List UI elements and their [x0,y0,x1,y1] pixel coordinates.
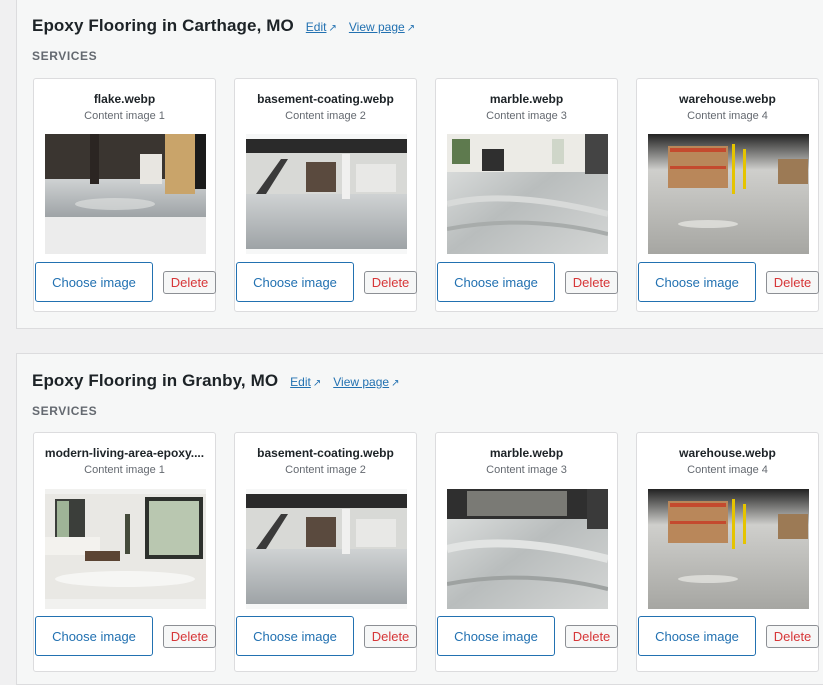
image-filename: basement-coating.webp [257,446,394,460]
image-card: warehouse.webp Content image 4 Choose im… [636,78,819,312]
external-link-icon: ↗ [312,378,322,389]
delete-image-button[interactable]: Delete [766,625,819,648]
choose-image-button[interactable]: Choose image [35,262,153,302]
image-filename: basement-coating.webp [257,92,394,106]
image-slot-label: Content image 3 [486,110,567,122]
choose-image-button[interactable]: Choose image [437,262,555,302]
delete-image-button[interactable]: Delete [565,625,618,648]
choose-image-button[interactable]: Choose image [638,616,756,656]
image-card: marble.webp Content image 3 Choose image… [435,78,618,312]
image-thumbnail [246,134,407,254]
edit-link[interactable]: Edit ↗ [290,375,321,389]
image-thumbnail [447,489,608,609]
view-page-link-label: View page [333,375,390,389]
image-card: marble.webp Content image 3 Choose image… [435,432,618,672]
image-thumbnail [648,489,809,609]
image-filename: marble.webp [489,446,564,460]
image-thumbnail [246,489,407,609]
image-filename: modern-living-area-epoxy.... [44,446,205,460]
external-link-icon: ↗ [328,23,337,34]
choose-image-button[interactable]: Choose image [35,616,153,656]
view-page-link[interactable]: View page ↗ [333,375,399,389]
section-header: Epoxy Flooring in Carthage, MO Edit ↗ Vie… [32,16,415,36]
image-card: warehouse.webp Content image 4 Choose im… [636,432,819,672]
choose-image-button[interactable]: Choose image [638,262,756,302]
choose-image-button[interactable]: Choose image [236,262,354,302]
image-card: basement-coating.webp Content image 2 Ch… [234,78,417,312]
image-slot-label: Content image 4 [687,464,768,476]
image-slot-label: Content image 4 [687,110,768,122]
external-link-icon: ↗ [391,378,400,389]
delete-image-button[interactable]: Delete [163,271,216,294]
image-thumbnail [45,489,206,609]
delete-image-button[interactable]: Delete [766,271,819,294]
services-group-label: SERVICES [32,49,98,63]
image-slot-label: Content image 3 [486,464,567,476]
image-thumbnail [447,134,608,254]
edit-link-label: Edit [305,20,327,34]
edit-link[interactable]: Edit ↗ [306,20,337,34]
image-slot-label: Content image 1 [84,110,165,122]
image-filename: flake.webp [93,92,156,106]
image-filename: warehouse.webp [679,446,776,460]
delete-image-button[interactable]: Delete [565,271,618,294]
edit-link-label: Edit [290,375,311,389]
section-header: Epoxy Flooring in Granby, MO Edit ↗ View … [32,371,399,391]
external-link-icon: ↗ [406,23,416,34]
image-filename: warehouse.webp [679,92,776,106]
service-section-granby: Epoxy Flooring in Granby, MO Edit ↗ View … [16,353,823,685]
delete-image-button[interactable]: Delete [364,271,417,294]
image-thumbnail [45,134,206,254]
image-card: flake.webp Content image 1 Choose image … [33,78,216,312]
service-section-carthage: Epoxy Flooring in Carthage, MO Edit ↗ Vie… [16,0,823,329]
section-title: Epoxy Flooring in Carthage, MO [32,16,294,35]
view-page-link-label: View page [348,20,405,34]
delete-image-button[interactable]: Delete [163,625,216,648]
image-slot-label: Content image 1 [84,464,165,476]
section-title: Epoxy Flooring in Granby, MO [32,371,279,390]
image-card: basement-coating.webp Content image 2 Ch… [234,432,417,672]
view-page-link[interactable]: View page ↗ [349,20,415,34]
choose-image-button[interactable]: Choose image [437,616,555,656]
image-slot-label: Content image 2 [285,110,366,122]
choose-image-button[interactable]: Choose image [236,616,354,656]
delete-image-button[interactable]: Delete [364,625,417,648]
image-filename: marble.webp [489,92,564,106]
image-thumbnail [648,134,809,254]
image-card: modern-living-area-epoxy.... Content ima… [33,432,216,672]
image-slot-label: Content image 2 [285,464,366,476]
services-group-label: SERVICES [32,404,98,418]
